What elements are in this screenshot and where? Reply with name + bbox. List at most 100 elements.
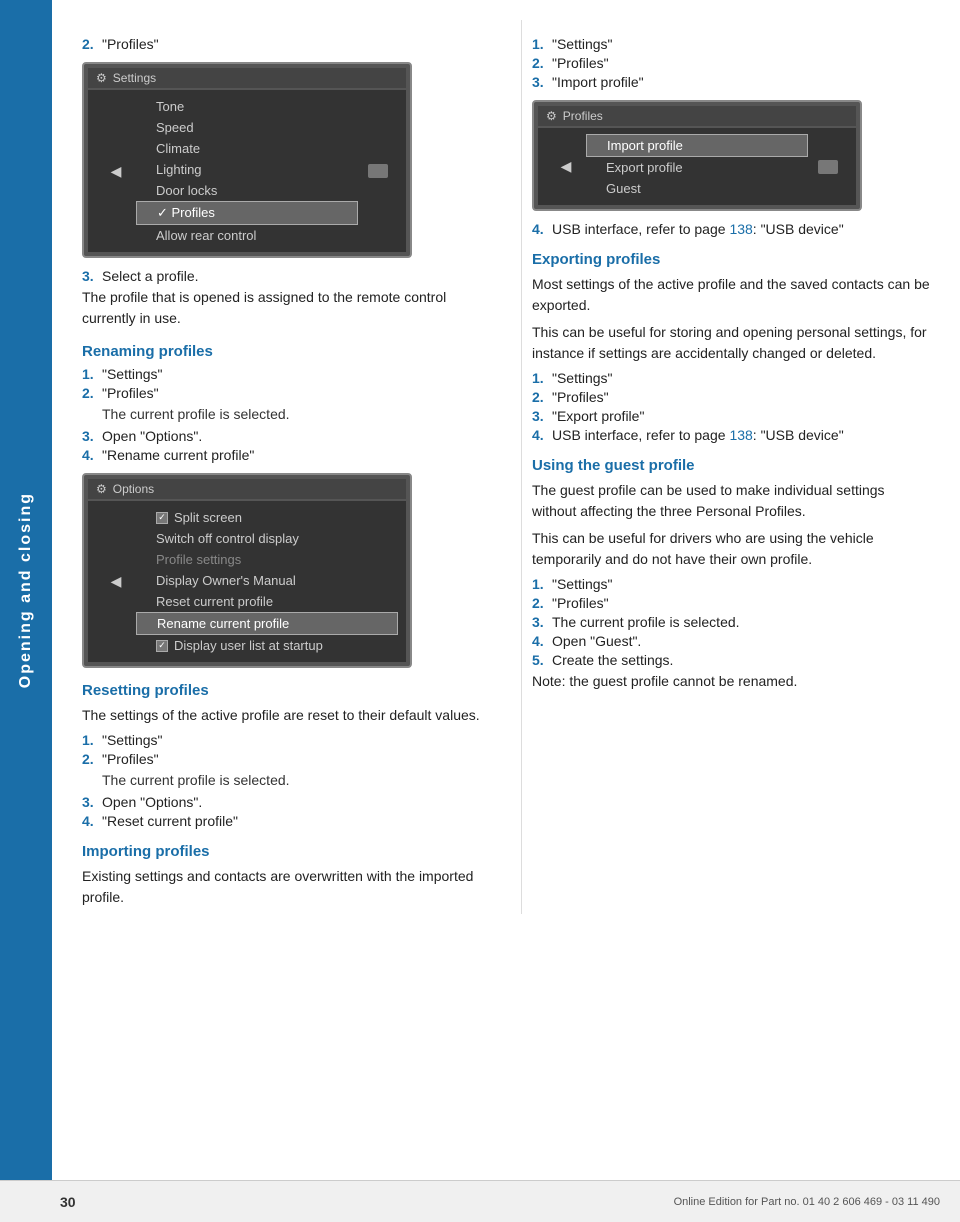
export-step-3: 3. "Export profile" bbox=[532, 408, 930, 424]
export-step-4: 4. USB interface, refer to page 138: "US… bbox=[532, 427, 930, 443]
menu-lighting: Lighting bbox=[136, 159, 358, 180]
option-split-text: Split screen bbox=[174, 510, 242, 525]
num-g2: 2. bbox=[532, 595, 548, 611]
num-i1: 1. bbox=[532, 36, 548, 52]
num-rs1: 1. bbox=[82, 732, 98, 748]
guest-step-1: 1. "Settings" bbox=[532, 576, 930, 592]
import-step-2: 2. "Profiles" bbox=[532, 55, 930, 71]
check-userlist: ✓ bbox=[156, 640, 168, 652]
export-step-2: 2. "Profiles" bbox=[532, 389, 930, 405]
guest-heading: Using the guest profile bbox=[532, 457, 930, 474]
rename-item-3-text: Open "Options". bbox=[102, 428, 202, 444]
num-r3: 3. bbox=[82, 428, 98, 444]
guest-body1: The guest profile can be used to make in… bbox=[532, 480, 930, 522]
nav-arrow-left: ◀ bbox=[111, 163, 122, 180]
menu-tone: Tone bbox=[136, 96, 358, 117]
guest-step-5-text: Create the settings. bbox=[552, 652, 673, 668]
profiles-row: ◀ Import profile Export profile Guest bbox=[538, 132, 856, 201]
menu-allowrear: Allow rear control bbox=[136, 225, 358, 246]
gear-icon-2: ⚙ bbox=[96, 482, 107, 496]
importing-heading: Importing profiles bbox=[82, 843, 481, 860]
footer: 30 Online Edition for Part no. 01 40 2 6… bbox=[0, 1180, 960, 1222]
options-row: ◀ ✓ Split screen Switch off control disp… bbox=[88, 505, 406, 658]
num-g5: 5. bbox=[532, 652, 548, 668]
main-content: 2. "Profiles" ⚙ Settings ◀ Tone Speed Cl… bbox=[52, 0, 960, 934]
option-userlist-text: Display user list at startup bbox=[174, 638, 323, 653]
options-arrow: ◀ bbox=[111, 573, 122, 590]
import-step-4-text: USB interface, refer to page 138: "USB d… bbox=[552, 221, 844, 237]
gear-icon: ⚙ bbox=[96, 71, 107, 85]
check-split: ✓ bbox=[156, 512, 168, 524]
profiles-right bbox=[808, 160, 848, 174]
num-e4: 4. bbox=[532, 427, 548, 443]
option-reset: Reset current profile bbox=[136, 591, 398, 612]
resetting-heading: Resetting profiles bbox=[82, 682, 481, 699]
screen-icon bbox=[368, 164, 388, 178]
rename-item-4: 4. "Rename current profile" bbox=[82, 447, 481, 463]
profiles-icon bbox=[818, 160, 838, 174]
options-screen: ⚙ Options ◀ ✓ Split screen Switch off co… bbox=[82, 473, 412, 668]
right-column: 1. "Settings" 2. "Profiles" 3. "Import p… bbox=[521, 20, 930, 914]
guest-step-3-text: The current profile is selected. bbox=[552, 614, 740, 630]
option-switchoff: Switch off control display bbox=[136, 528, 398, 549]
num-rs2: 2. bbox=[82, 751, 98, 767]
options-content: ✓ Split screen Switch off control displa… bbox=[136, 507, 398, 656]
options-titlebar: ⚙ Options bbox=[88, 479, 406, 499]
profiles-content: Import profile Export profile Guest bbox=[586, 134, 808, 199]
export-step-4-text: USB interface, refer to page 138: "USB d… bbox=[552, 427, 844, 443]
guest-note: Note: the guest profile cannot be rename… bbox=[532, 671, 930, 692]
link-138-import[interactable]: 138 bbox=[729, 221, 752, 237]
link-138-export[interactable]: 138 bbox=[729, 427, 752, 443]
exporting-body2: This can be useful for storing and openi… bbox=[532, 322, 930, 364]
profiles-arrow: ◀ bbox=[561, 158, 572, 175]
guest-step-3: 3. The current profile is selected. bbox=[532, 614, 930, 630]
item-2: 2. "Profiles" bbox=[82, 36, 481, 52]
export-step-2-text: "Profiles" bbox=[552, 389, 609, 405]
rename-item-4-text: "Rename current profile" bbox=[102, 447, 254, 463]
importing-body: Existing settings and contacts are overw… bbox=[82, 866, 481, 908]
menu-climate: Climate bbox=[136, 138, 358, 159]
option-display-manual: Display Owner's Manual bbox=[136, 570, 398, 591]
profiles-titlebar: ⚙ Profiles bbox=[538, 106, 856, 126]
reset-indent-1: The current profile is selected. bbox=[102, 770, 481, 791]
num-r1: 1. bbox=[82, 366, 98, 382]
profile-import: Import profile bbox=[586, 134, 808, 157]
guest-step-5: 5. Create the settings. bbox=[532, 652, 930, 668]
num-e1: 1. bbox=[532, 370, 548, 386]
export-step-1-text: "Settings" bbox=[552, 370, 613, 386]
options-title: Options bbox=[113, 482, 154, 496]
num-g3: 3. bbox=[532, 614, 548, 630]
reset-item-2-text: "Profiles" bbox=[102, 751, 159, 767]
menu-profiles-selected: Profiles bbox=[136, 201, 358, 225]
settings-title: Settings bbox=[113, 71, 156, 85]
reset-item-4: 4. "Reset current profile" bbox=[82, 813, 481, 829]
import-step-1: 1. "Settings" bbox=[532, 36, 930, 52]
profiles-nav: ◀ bbox=[546, 158, 586, 175]
import-step-3-text: "Import profile" bbox=[552, 74, 644, 90]
body-text-1: The profile that is opened is assigned t… bbox=[82, 287, 481, 329]
num-g4: 4. bbox=[532, 633, 548, 649]
settings-body: ◀ Tone Speed Climate Lighting Door locks… bbox=[88, 90, 406, 252]
rename-item-2-text: "Profiles" bbox=[102, 385, 159, 401]
profile-export: Export profile bbox=[586, 157, 808, 178]
menu-speed: Speed bbox=[136, 117, 358, 138]
left-column: 2. "Profiles" ⚙ Settings ◀ Tone Speed Cl… bbox=[82, 20, 491, 914]
profiles-screen: ⚙ Profiles ◀ Import profile Export profi… bbox=[532, 100, 862, 211]
gear-icon-3: ⚙ bbox=[546, 109, 557, 123]
right-icon-col bbox=[358, 164, 398, 178]
item-3-text: Select a profile. bbox=[102, 268, 199, 284]
options-body: ◀ ✓ Split screen Switch off control disp… bbox=[88, 501, 406, 662]
profiles-title: Profiles bbox=[563, 109, 603, 123]
num-2: 2. bbox=[82, 36, 98, 52]
reset-item-2: 2. "Profiles" bbox=[82, 751, 481, 767]
reset-item-3: 3. Open "Options". bbox=[82, 794, 481, 810]
guest-step-2: 2. "Profiles" bbox=[532, 595, 930, 611]
num-r2: 2. bbox=[82, 385, 98, 401]
import-step-4: 4. USB interface, refer to page 138: "US… bbox=[532, 221, 930, 237]
settings-row: ◀ Tone Speed Climate Lighting Door locks… bbox=[88, 94, 406, 248]
num-i2: 2. bbox=[532, 55, 548, 71]
rename-item-2: 2. "Profiles" bbox=[82, 385, 481, 401]
settings-screen: ⚙ Settings ◀ Tone Speed Climate Lighting… bbox=[82, 62, 412, 258]
num-i4: 4. bbox=[532, 221, 548, 237]
item-2-text: "Profiles" bbox=[102, 36, 159, 52]
